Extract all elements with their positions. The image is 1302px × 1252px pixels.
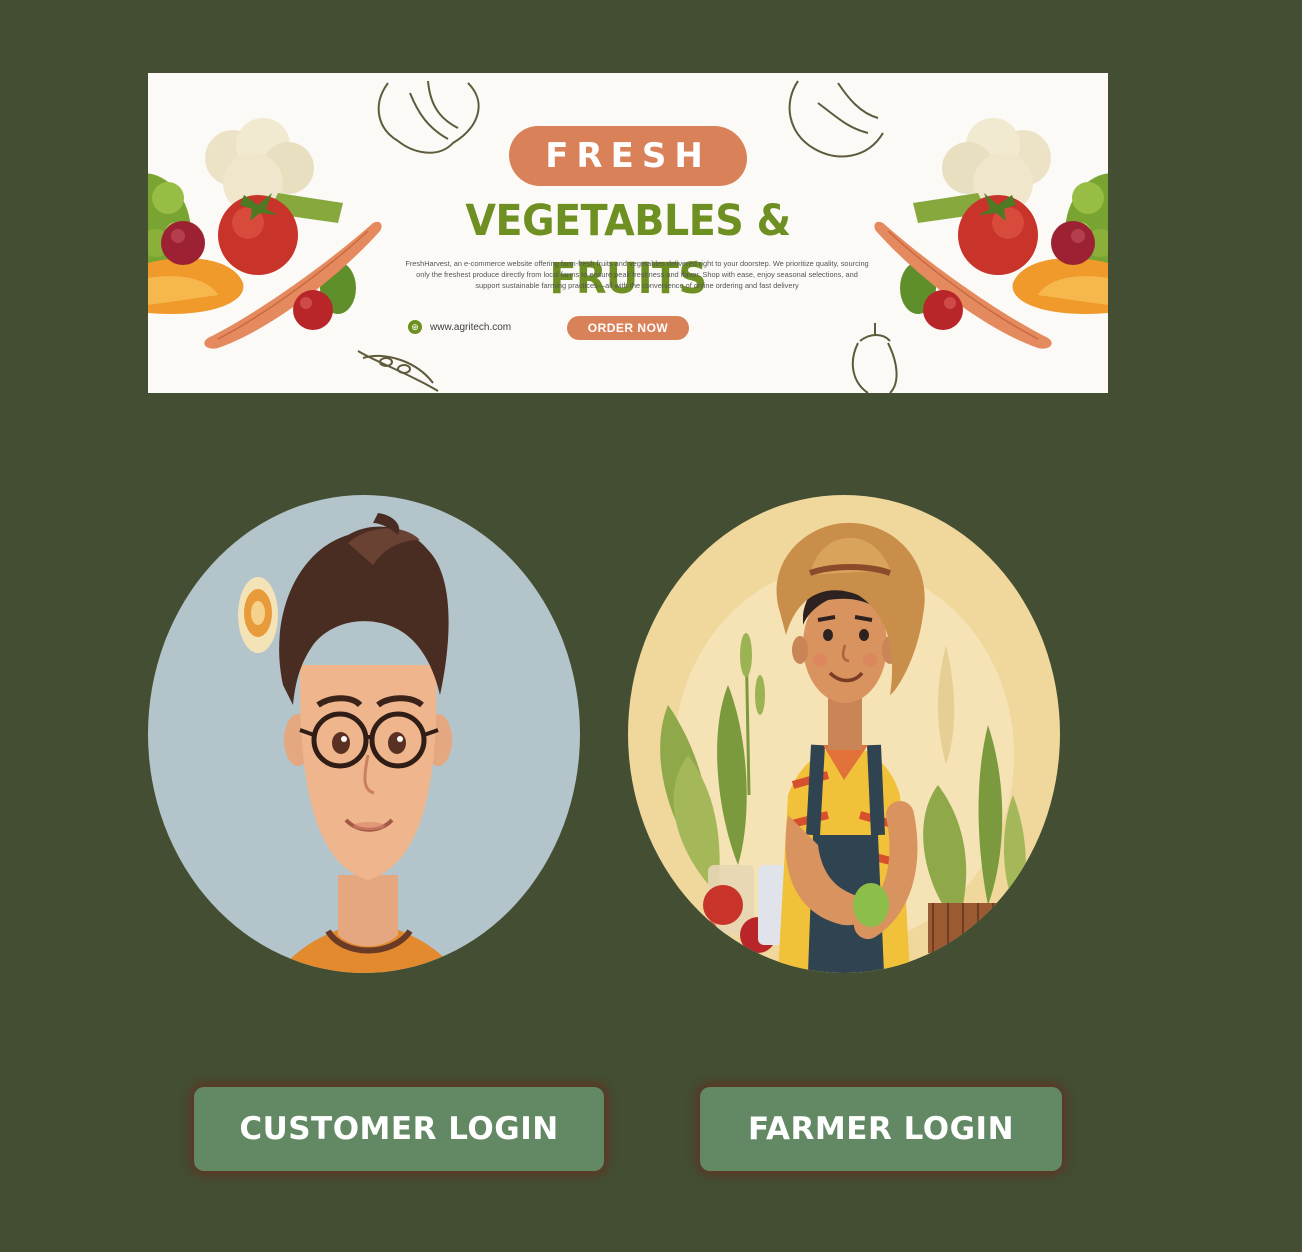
farmer-avatar-illustration [628,495,1060,973]
banner-description: FreshHarvest, an e-commerce website offe… [405,259,869,291]
website-link[interactable]: ⊕ www.agritech.com [408,318,511,336]
hero-banner: FRESH VEGETABLES & FRUITS FreshHarvest, … [148,73,1108,393]
website-text: www.agritech.com [430,321,512,333]
customer-avatar [148,495,580,973]
customer-login-button[interactable]: CUSTOMER LOGIN [194,1087,604,1171]
produce-left-cluster [148,118,382,349]
order-now-button[interactable]: ORDER NOW [567,316,689,340]
farmer-avatar [628,495,1060,973]
customer-avatar-illustration [148,495,580,973]
globe-icon: ⊕ [408,320,422,334]
produce-right-cluster [874,118,1108,349]
farmer-login-button[interactable]: FARMER LOGIN [700,1087,1062,1171]
fresh-tag: FRESH [509,126,747,186]
